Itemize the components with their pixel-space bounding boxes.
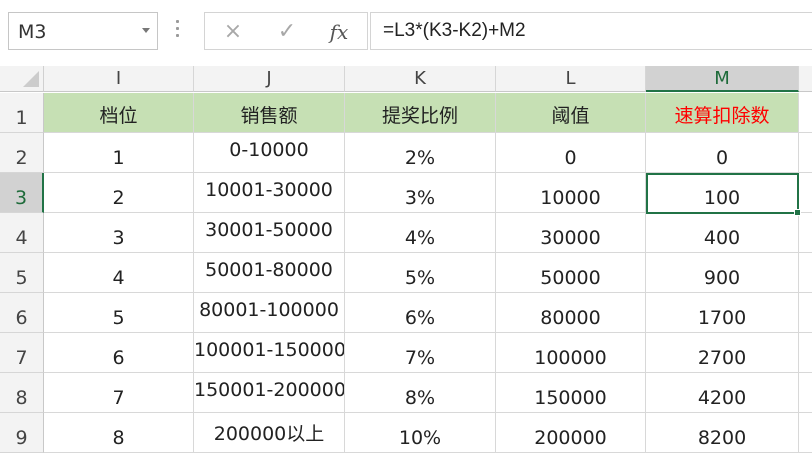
deduction-cell[interactable]: 400 — [646, 213, 799, 253]
deduction-cell[interactable]: 4200 — [646, 373, 799, 413]
chevron-down-icon[interactable] — [142, 28, 150, 33]
deduction-cell[interactable]: 2700 — [646, 333, 799, 373]
sales-cell[interactable]: 50001-80000 — [194, 253, 345, 293]
column-header-next[interactable] — [799, 66, 812, 92]
table-cell[interactable] — [799, 93, 812, 133]
deduction-cell[interactable]: 100 — [646, 173, 799, 213]
table-cell[interactable] — [799, 413, 812, 453]
name-box-value: M3 — [18, 21, 47, 43]
header-cell-rate[interactable]: 提奖比例 — [345, 93, 496, 133]
table-cell[interactable] — [799, 173, 812, 213]
column-header-m[interactable]: M — [646, 66, 799, 92]
row-header-6[interactable]: 6 — [0, 293, 44, 333]
rate-cell[interactable]: 4% — [345, 213, 496, 253]
threshold-cell[interactable]: 10000 — [496, 173, 646, 213]
select-all-button[interactable] — [0, 66, 44, 92]
threshold-cell[interactable]: 150000 — [496, 373, 646, 413]
rate-cell[interactable]: 10% — [345, 413, 496, 453]
formula-buttons: × ✓ fx — [204, 12, 368, 50]
column-header-k[interactable]: K — [345, 66, 496, 92]
tier-cell[interactable]: 1 — [44, 133, 194, 173]
threshold-cell[interactable]: 30000 — [496, 213, 646, 253]
sales-cell[interactable]: 100001-150000 — [194, 333, 345, 373]
name-box[interactable]: M3 — [8, 12, 158, 50]
formula-bar-area: M3 × ✓ fx =L3*(K3-K2)+M2 — [0, 0, 812, 64]
row-header-2[interactable]: 2 — [0, 133, 44, 173]
threshold-cell[interactable]: 50000 — [496, 253, 646, 293]
tier-cell[interactable]: 2 — [44, 173, 194, 213]
tier-cell[interactable]: 3 — [44, 213, 194, 253]
table-cell[interactable] — [799, 333, 812, 373]
column-header-j[interactable]: J — [194, 66, 345, 92]
sales-cell[interactable]: 200000以上 — [194, 413, 345, 453]
rate-cell[interactable]: 5% — [345, 253, 496, 293]
table-cell[interactable] — [799, 213, 812, 253]
row-header-1[interactable]: 1 — [0, 93, 44, 133]
sales-cell[interactable]: 10001-30000 — [194, 173, 345, 213]
threshold-cell[interactable]: 80000 — [496, 293, 646, 333]
row-header-4[interactable]: 4 — [0, 213, 44, 253]
deduction-cell[interactable]: 8200 — [646, 413, 799, 453]
table-cell[interactable] — [799, 253, 812, 293]
header-cell-threshold[interactable]: 阈值 — [496, 93, 646, 133]
column-header-i[interactable]: I — [44, 66, 194, 92]
table-cell[interactable] — [799, 373, 812, 413]
confirm-icon[interactable]: ✓ — [273, 19, 301, 45]
formula-input[interactable]: =L3*(K3-K2)+M2 — [370, 12, 812, 50]
tier-cell[interactable]: 4 — [44, 253, 194, 293]
rate-cell[interactable]: 8% — [345, 373, 496, 413]
header-cell-sales[interactable]: 销售额 — [194, 93, 345, 133]
sales-cell[interactable]: 0-10000 — [194, 133, 345, 173]
insert-function-icon[interactable]: fx — [325, 19, 353, 45]
deduction-cell[interactable]: 900 — [646, 253, 799, 293]
row-header-9[interactable]: 9 — [0, 413, 44, 453]
row-header-5[interactable]: 5 — [0, 253, 44, 293]
threshold-cell[interactable]: 200000 — [496, 413, 646, 453]
header-cell-quick-deduction[interactable]: 速算扣除数 — [646, 93, 799, 133]
formula-text: =L3*(K3-K2)+M2 — [383, 20, 526, 41]
fill-handle[interactable] — [794, 209, 801, 216]
rate-cell[interactable]: 7% — [345, 333, 496, 373]
deduction-cell[interactable]: 1700 — [646, 293, 799, 333]
rate-cell[interactable]: 6% — [345, 293, 496, 333]
deduction-cell[interactable]: 0 — [646, 133, 799, 173]
table-cell[interactable] — [799, 133, 812, 173]
header-cell-tier[interactable]: 档位 — [44, 93, 194, 133]
tier-cell[interactable]: 7 — [44, 373, 194, 413]
rate-cell[interactable]: 3% — [345, 173, 496, 213]
tier-cell[interactable]: 5 — [44, 293, 194, 333]
sales-cell[interactable]: 80001-100000 — [194, 293, 345, 333]
cancel-icon[interactable]: × — [219, 19, 247, 45]
threshold-cell[interactable]: 100000 — [496, 333, 646, 373]
row-header-8[interactable]: 8 — [0, 373, 44, 413]
select-all-icon — [23, 71, 39, 87]
sales-cell[interactable]: 150001-200000 — [194, 373, 345, 413]
table-cell[interactable] — [799, 293, 812, 333]
sales-cell[interactable]: 30001-50000 — [194, 213, 345, 253]
row-header-7[interactable]: 7 — [0, 333, 44, 373]
more-options-icon[interactable] — [176, 20, 180, 40]
tier-cell[interactable]: 8 — [44, 413, 194, 453]
tier-cell[interactable]: 6 — [44, 333, 194, 373]
row-header-3[interactable]: 3 — [0, 173, 44, 213]
column-header-l[interactable]: L — [496, 66, 646, 92]
threshold-cell[interactable]: 0 — [496, 133, 646, 173]
rate-cell[interactable]: 2% — [345, 133, 496, 173]
